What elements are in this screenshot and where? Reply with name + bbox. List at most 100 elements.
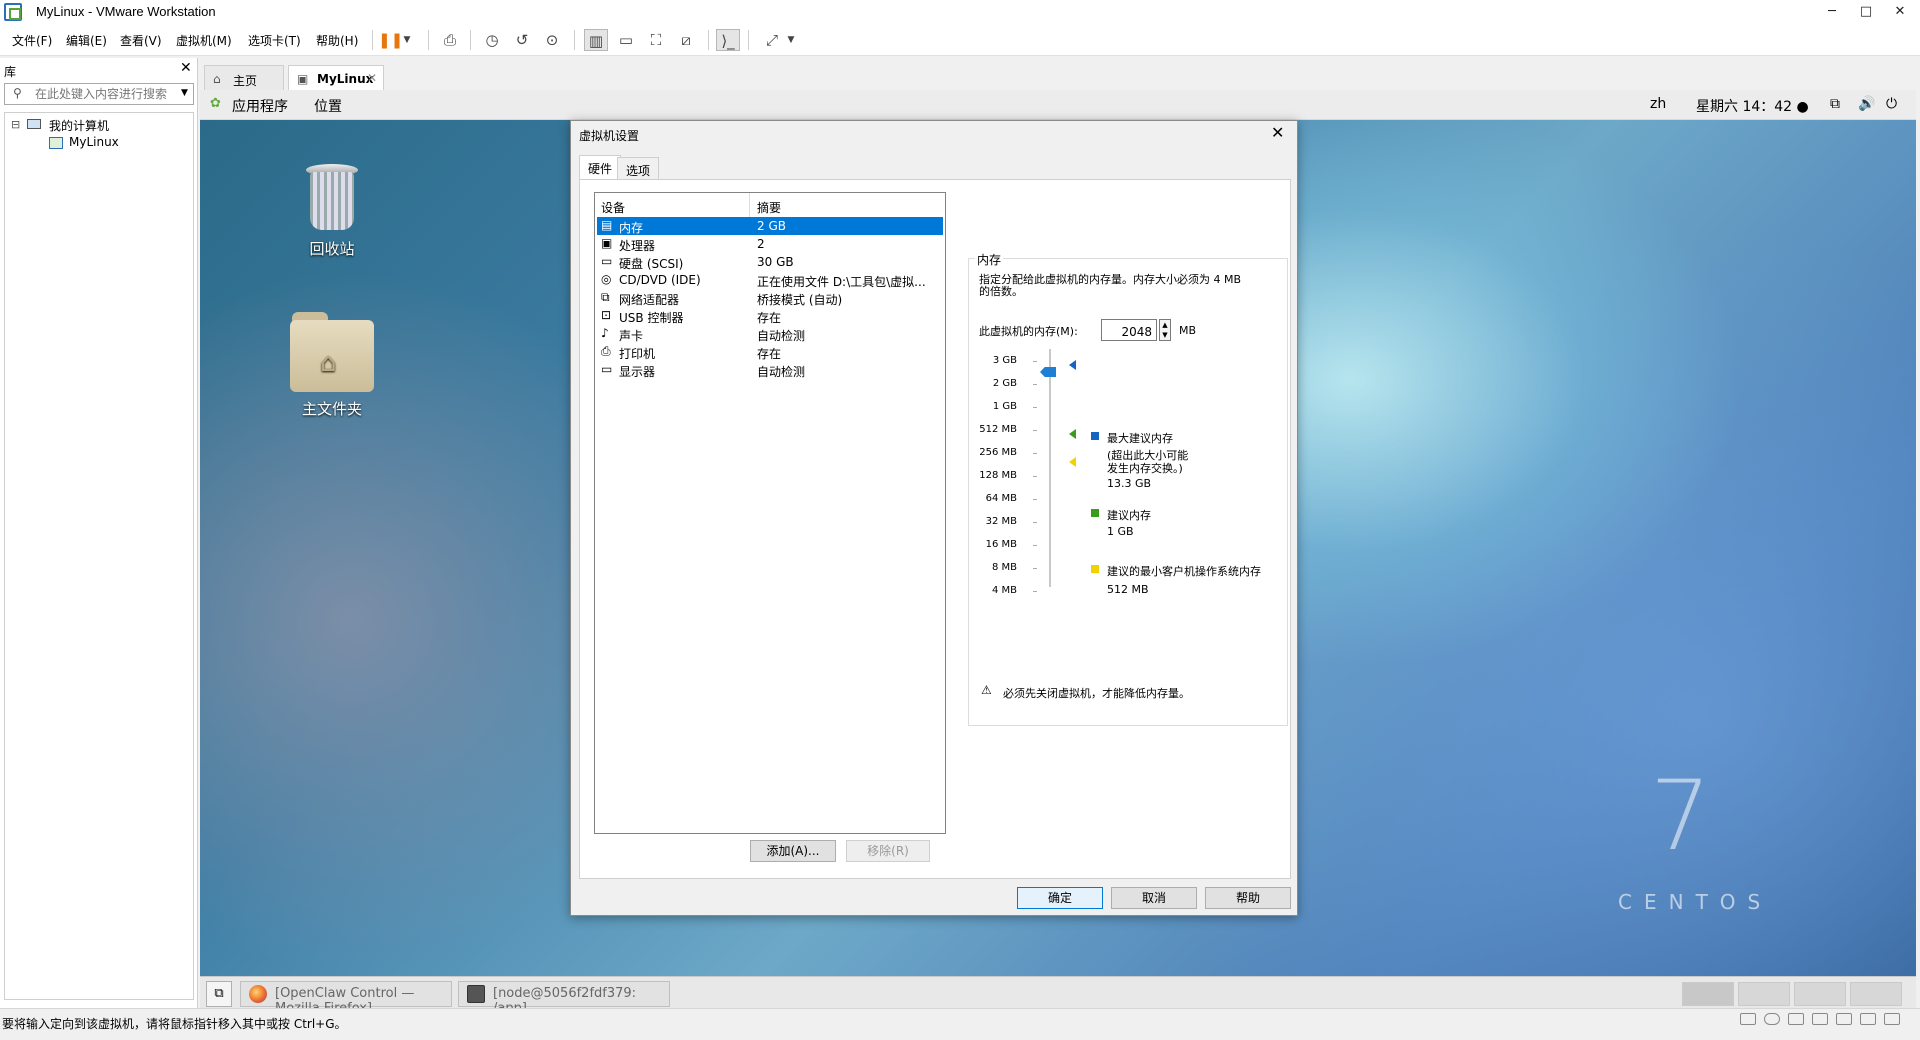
cd-status-icon[interactable] <box>1764 1013 1780 1025</box>
memory-spinner[interactable]: ▲ ▼ <box>1159 319 1171 341</box>
ok-button[interactable]: 确定 <box>1017 887 1103 909</box>
power-icon[interactable]: ⏻ <box>1886 96 1897 112</box>
search-icon: ⚲ <box>13 86 22 100</box>
device-row[interactable]: ⧉ 网络适配器 桥接模式 (自动) <box>597 289 943 307</box>
taskbar-terminal[interactable]: [node@5056f2fdf379: /app] <box>458 981 670 1008</box>
device-column-header[interactable]: 设备 <box>601 199 625 216</box>
device-row[interactable]: ▭ 硬盘 (SCSI) 30 GB <box>597 253 943 271</box>
sound-status-icon[interactable] <box>1860 1013 1876 1025</box>
workspace-2[interactable] <box>1738 982 1790 1006</box>
show-desktop-icon[interactable]: ⧉ <box>206 981 232 1007</box>
printer-status-icon[interactable] <box>1836 1013 1852 1025</box>
chevron-down-icon[interactable]: ▼ <box>400 29 414 51</box>
remove-device-button[interactable]: 移除(R) <box>846 840 930 862</box>
tab-home[interactable]: ⌂ 主页 <box>204 65 284 90</box>
snapshot-manager-icon[interactable]: ⊙ <box>540 29 564 51</box>
library-close-icon[interactable]: ✕ <box>180 60 192 76</box>
device-row[interactable]: ▣ 处理器 2 <box>597 235 943 253</box>
device-row[interactable]: ▤ 内存 2 GB <box>597 217 943 235</box>
workspace-3[interactable] <box>1794 982 1846 1006</box>
device-row[interactable]: ◎ CD/DVD (IDE) 正在使用文件 D:\工具包\虚拟... <box>597 271 943 289</box>
toolbar-separator <box>574 30 575 50</box>
stretch-guest-icon[interactable]: ⤢ <box>760 29 784 51</box>
chevron-down-icon[interactable]: ▼ <box>181 88 188 98</box>
unity-icon[interactable]: ⧄ <box>674 29 698 51</box>
guest-screen[interactable]: ✿ 应用程序 位置 zh 星期六 14：42 ● ⧉ 🔊 ⏻ 回收站 ⌂ 主文件… <box>200 90 1916 1008</box>
recommended-memory-title: 建议内存 <box>1107 509 1151 522</box>
minimize-button[interactable]: ─ <box>1818 2 1846 22</box>
tree-mylinux[interactable]: MyLinux <box>69 135 119 149</box>
device-row[interactable]: ▭ 显示器 自动检测 <box>597 361 943 379</box>
hard-disk-status-icon[interactable] <box>1740 1013 1756 1025</box>
network-status-icon[interactable] <box>1788 1013 1804 1025</box>
menu-edit[interactable]: 编辑(E) <box>66 32 107 49</box>
memory-scale-label: 32 MB <box>985 516 1017 527</box>
tab-close-icon[interactable]: ✕ <box>367 71 377 85</box>
library-search[interactable]: ⚲ ▼ <box>4 83 194 105</box>
device-name: 显示器 <box>619 365 656 379</box>
memory-slider-thumb[interactable] <box>1040 367 1056 377</box>
input-method-indicator[interactable]: zh <box>1650 96 1666 112</box>
memory-scale-tick <box>1033 453 1037 454</box>
memory-scale-label: 16 MB <box>985 539 1017 550</box>
gnome-clock[interactable]: 星期六 14：42 ● <box>1696 96 1809 116</box>
close-button[interactable]: ✕ <box>1886 2 1914 22</box>
menu-toolbar: 文件(F) 编辑(E) 查看(V) 虚拟机(M) 选项卡(T) 帮助(H) ❚❚… <box>0 24 1920 56</box>
device-summary: 桥接模式 (自动) <box>757 293 843 307</box>
memory-warning-text: 必须先关闭虚拟机，才能降低内存量。 <box>1003 687 1190 700</box>
device-summary: 正在使用文件 D:\工具包\虚拟... <box>757 275 926 289</box>
device-summary: 存在 <box>757 347 782 361</box>
device-name: 硬盘 (SCSI) <box>619 257 684 271</box>
help-button[interactable]: 帮助 <box>1205 887 1291 909</box>
desktop-home-folder[interactable]: ⌂ 主文件夹 <box>272 312 392 419</box>
show-library-icon[interactable]: ▥ <box>584 29 608 51</box>
usb-status-icon[interactable] <box>1812 1013 1828 1025</box>
taskbar-firefox[interactable]: [OpenClaw Control — Mozilla Firefox] <box>240 981 452 1008</box>
tab-mylinux[interactable]: ▣ MyLinux ✕ <box>288 65 384 90</box>
console-view-icon[interactable]: ⟩_ <box>716 29 740 51</box>
minimum-memory-value: 512 MB <box>1107 583 1149 596</box>
menu-tabs[interactable]: 选项卡(T) <box>248 32 301 49</box>
send-ctrl-alt-del-icon[interactable]: ⎙ <box>438 29 462 51</box>
tab-hardware[interactable]: 硬件 <box>579 155 622 181</box>
device-row[interactable]: ⊡ USB 控制器 存在 <box>597 307 943 325</box>
tree-my-computer[interactable]: 我的计算机 <box>49 117 109 134</box>
summary-column-header[interactable]: 摘要 <box>757 199 781 216</box>
minimum-memory-title: 建议的最小客户机操作系统内存 <box>1107 565 1261 578</box>
toolbar-separator <box>708 30 709 50</box>
menu-view[interactable]: 查看(V) <box>120 32 162 49</box>
workspace-4[interactable] <box>1850 982 1902 1006</box>
memory-field-label: 此虚拟机的内存(M): <box>979 325 1078 338</box>
maximize-button[interactable]: □ <box>1852 2 1880 22</box>
menu-file[interactable]: 文件(F) <box>12 32 52 49</box>
minimum-legend-swatch <box>1091 565 1099 573</box>
device-row[interactable]: ⎙ 打印机 存在 <box>597 343 943 361</box>
desktop-trash[interactable]: 回收站 <box>272 160 392 259</box>
memory-slider-track[interactable] <box>1049 349 1051 587</box>
tab-options[interactable]: 选项 <box>617 157 660 179</box>
dialog-close-icon[interactable]: ✕ <box>1271 123 1284 142</box>
menu-help[interactable]: 帮助(H) <box>316 32 358 49</box>
device-name: 网络适配器 <box>619 293 680 307</box>
tree-expander-icon[interactable]: ⊟ <box>11 118 20 131</box>
thumbnail-bar-icon[interactable]: ▭ <box>614 29 638 51</box>
gnome-apps-menu[interactable]: 应用程序 <box>232 96 288 116</box>
device-name: 声卡 <box>619 329 644 343</box>
display-status-icon[interactable] <box>1884 1013 1900 1025</box>
gnome-places-menu[interactable]: 位置 <box>314 96 342 116</box>
workspace-1[interactable] <box>1682 982 1734 1006</box>
chevron-down-icon[interactable]: ▼ <box>784 29 798 51</box>
device-row[interactable]: ♪ 声卡 自动检测 <box>597 325 943 343</box>
network-icon[interactable]: ⧉ <box>1830 96 1840 112</box>
device-name: 打印机 <box>619 347 656 361</box>
snapshot-icon[interactable]: ◷ <box>480 29 504 51</box>
menu-vm[interactable]: 虚拟机(M) <box>176 32 232 49</box>
cancel-button[interactable]: 取消 <box>1111 887 1197 909</box>
library-search-input[interactable] <box>35 85 175 103</box>
volume-icon[interactable]: 🔊 <box>1858 96 1875 112</box>
fullscreen-icon[interactable]: ⛶ <box>644 29 668 51</box>
pause-icon[interactable]: ❚❚ <box>378 29 403 51</box>
revert-snapshot-icon[interactable]: ↺ <box>510 29 534 51</box>
add-device-button[interactable]: 添加(A)... <box>750 840 836 862</box>
memory-size-input[interactable] <box>1101 319 1157 341</box>
